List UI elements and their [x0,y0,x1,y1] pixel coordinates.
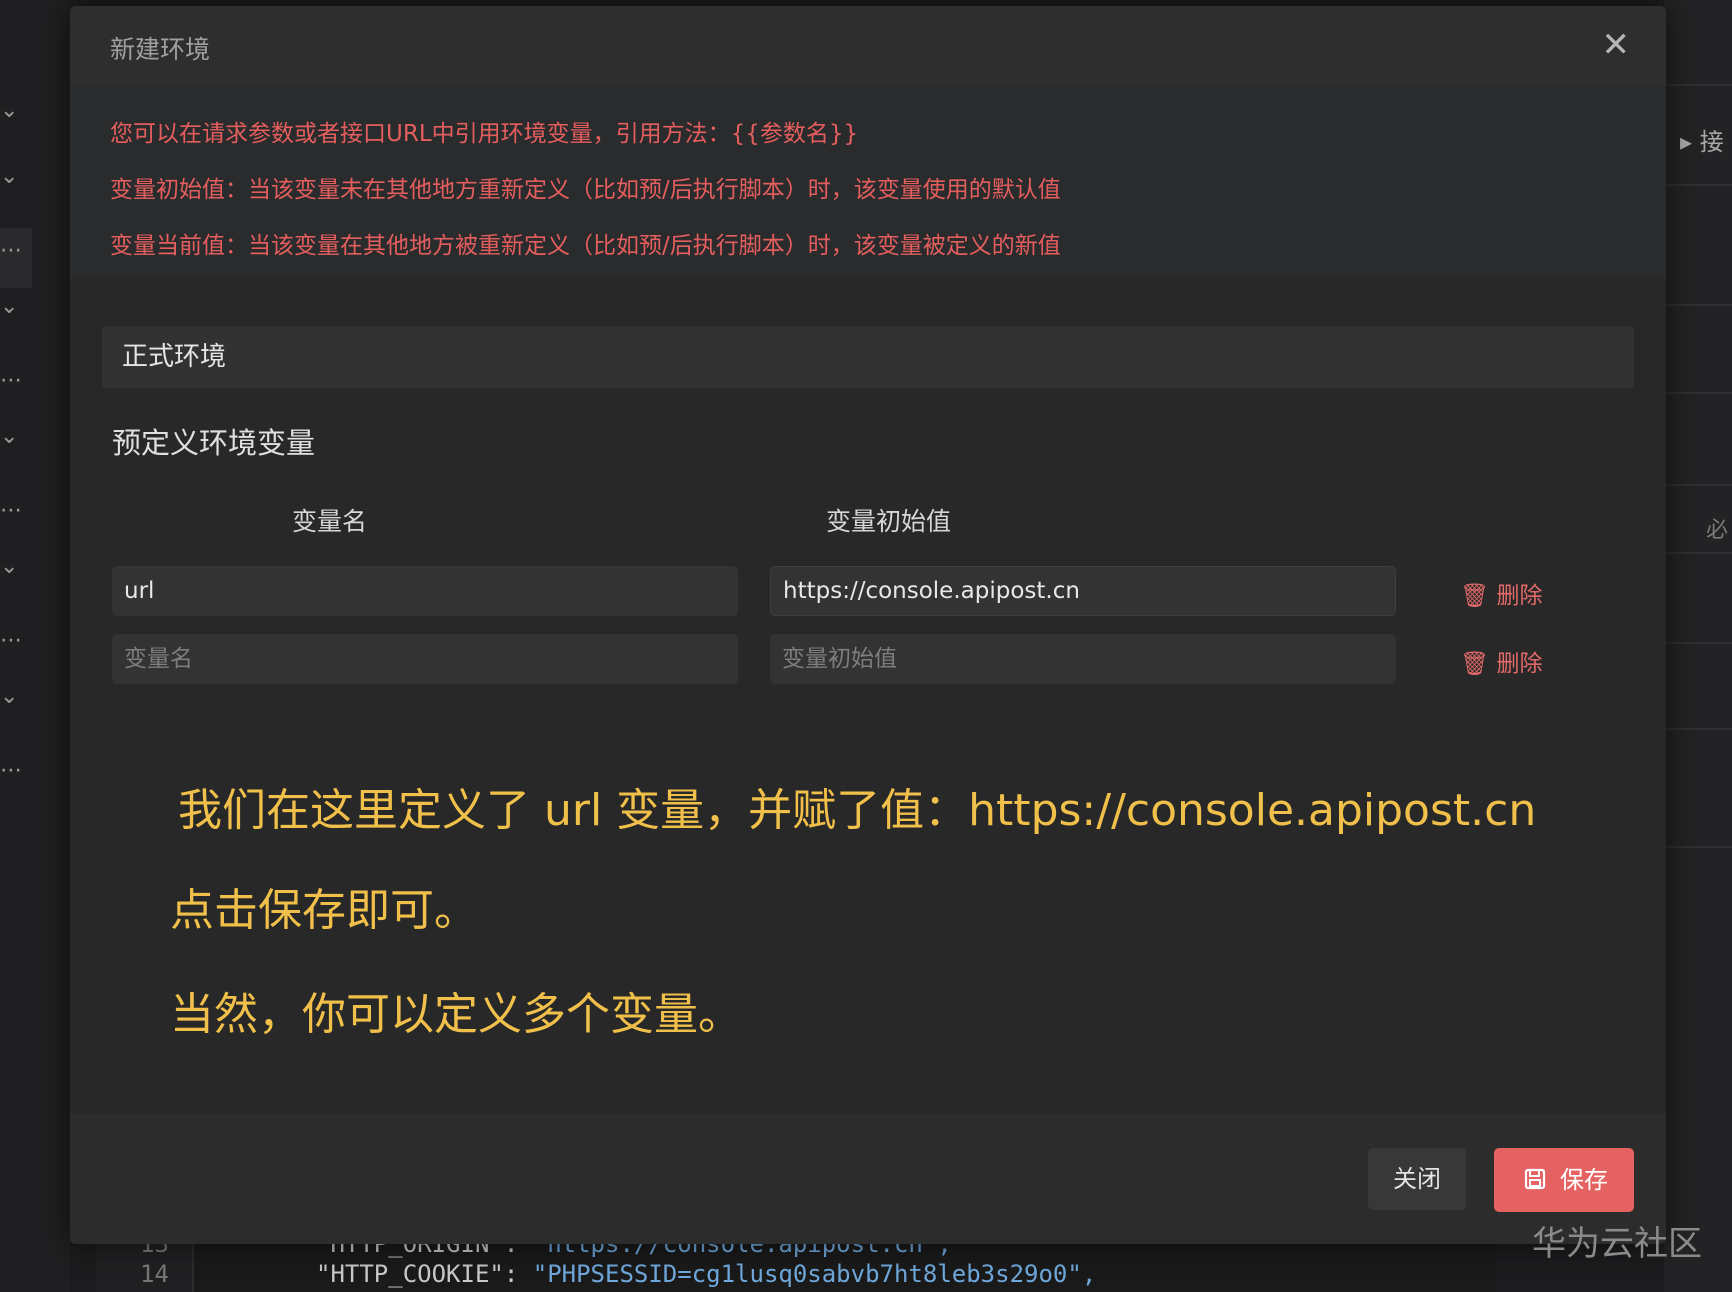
more-icon[interactable]: ⋯ [0,628,22,653]
dialog-header: 新建环境 ✕ [70,6,1666,86]
delete-row-button[interactable]: 🗑 删除 [1460,644,1543,678]
save-button[interactable]: 保存 [1494,1148,1634,1212]
watermark: 华为云社区 [1532,1224,1702,1264]
variable-value-input[interactable] [770,566,1396,616]
notice-line: 变量当前值：当该变量在其他地方被重新定义（比如预/后执行脚本）时，该变量被定义的… [110,233,1061,259]
annotation-text: 我们在这里定义了 url 变量，并赋了值：https://console.api… [178,785,1537,836]
more-icon[interactable]: ⋯ [0,368,22,393]
close-icon[interactable]: ✕ [1602,28,1631,62]
chevron-down-icon[interactable]: ⌄ [0,294,18,319]
background-right-panel [1664,0,1732,1292]
notice-line: 变量初始值：当该变量未在其他地方重新定义（比如预/后执行脚本）时，该变量使用的默… [110,177,1061,203]
dialog-footer: 关闭 保存 [70,1114,1666,1244]
trash-icon: 🗑 [1460,651,1490,677]
column-header-init-value: 变量初始值 [826,507,952,536]
annotation-text: 点击保存即可。 [170,885,478,936]
line-number: 14 [140,1260,169,1288]
code-value: "PHPSESSID=cg1lusq0sabvb7ht8leb3s29o0", [532,1260,1097,1288]
usage-notice: 您可以在请求参数或者接口URL中引用环境变量，引用方法：{{参数名}} 变量初始… [70,86,1666,278]
more-icon[interactable]: ⋯ [0,758,22,783]
variable-value-input[interactable] [770,634,1396,684]
column-header-name: 变量名 [292,507,368,536]
variable-name-input[interactable] [112,634,738,684]
delete-label: 删除 [1496,583,1543,609]
background-sidebar: ⌄ ⌄ ⋯ ⌄ ⋯ ⌄ ⋯ ⌄ ⋯ ⌄ ⋯ [0,0,70,1292]
code-line: "HTTP_COOKIE": "PHPSESSID=cg1lusq0sabvb7… [316,1260,1096,1288]
close-button[interactable]: 关闭 [1368,1148,1466,1210]
required-column-label: 必 [1706,518,1729,543]
more-icon[interactable]: ⋯ [0,498,22,523]
chevron-down-icon[interactable]: ⌄ [0,424,18,449]
right-tab-text: 接 [1699,128,1724,156]
save-label: 保存 [1560,1166,1608,1194]
more-icon[interactable]: ⋯ [0,238,22,263]
environment-name-field[interactable]: 正式环境 [102,326,1634,388]
section-title: 预定义环境变量 [112,426,316,460]
delete-row-button[interactable]: 🗑 删除 [1460,576,1543,610]
chevron-down-icon[interactable]: ⌄ [0,164,18,189]
right-tab-label[interactable]: ▸ 接 [1680,122,1724,157]
background-code-editor: 13 14 "HTTP_ORIGIN": "https://console.ap… [96,1230,1496,1292]
save-icon [1524,1168,1546,1190]
dialog-title: 新建环境 [110,35,211,64]
annotation-text: 当然，你可以定义多个变量。 [170,989,742,1040]
notice-line: 您可以在请求参数或者接口URL中引用环境变量，引用方法：{{参数名}} [110,121,859,147]
chevron-down-icon[interactable]: ⌄ [0,98,18,123]
new-environment-dialog: 新建环境 ✕ 您可以在请求参数或者接口URL中引用环境变量，引用方法：{{参数名… [70,6,1666,1244]
chevron-down-icon[interactable]: ⌄ [0,684,18,709]
delete-label: 删除 [1496,651,1543,677]
variable-name-input[interactable] [112,566,738,616]
chevron-down-icon[interactable]: ⌄ [0,554,18,579]
trash-icon: 🗑 [1460,583,1490,609]
code-key: "HTTP_COOKIE": [316,1260,533,1288]
